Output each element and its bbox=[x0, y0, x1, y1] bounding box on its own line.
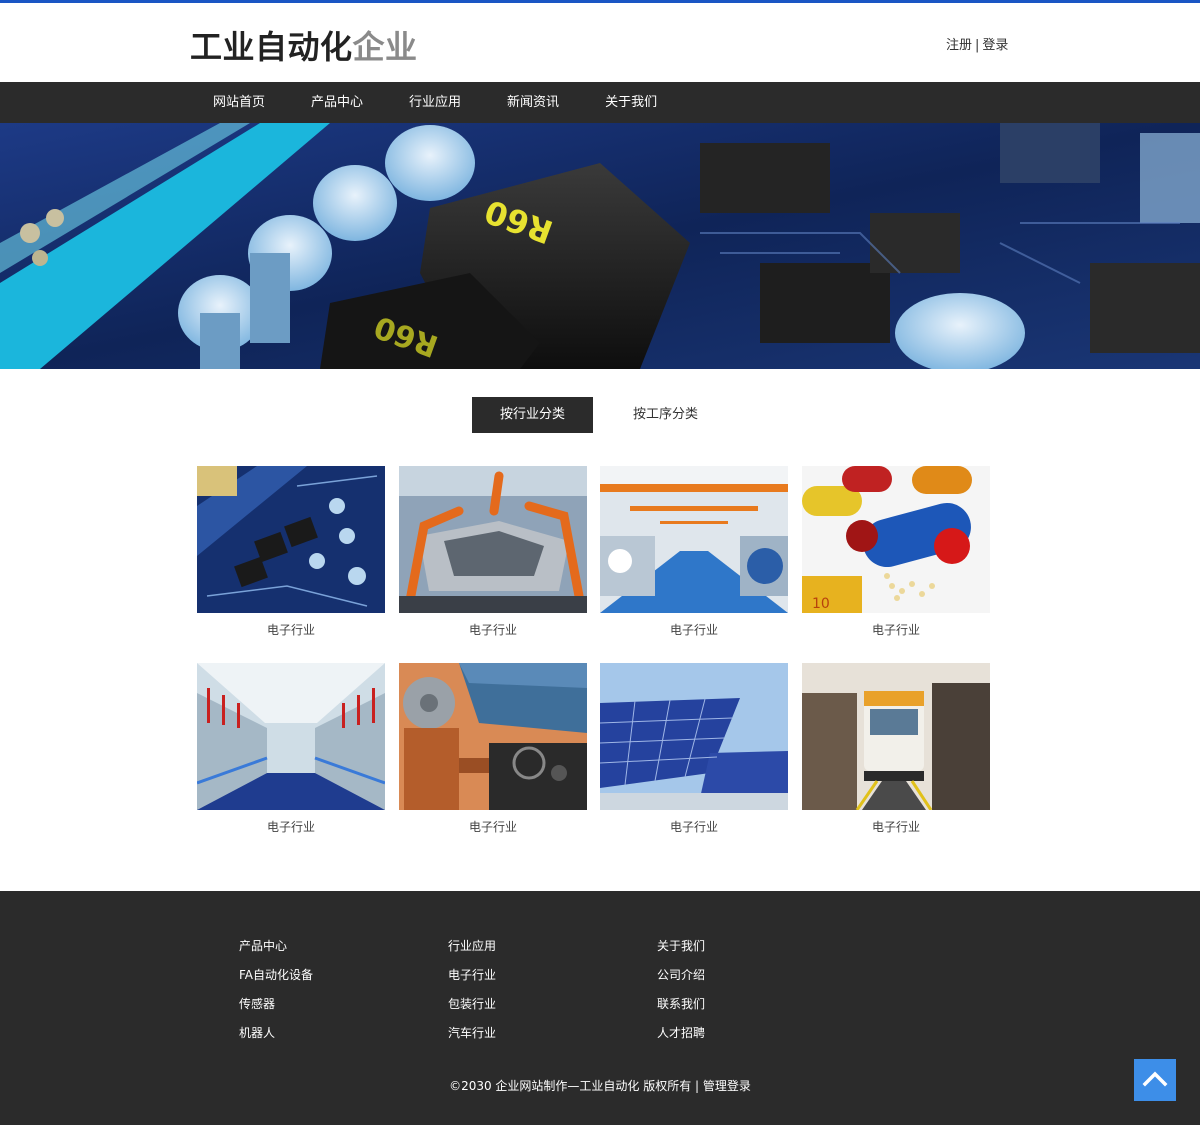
copyright-text: ©2030 企业网站制作—工业自动化 版权所有 bbox=[449, 1079, 692, 1093]
footer-link[interactable]: 包装行业 bbox=[448, 996, 496, 1025]
nav-item-products[interactable]: 产品中心 bbox=[288, 82, 386, 123]
nav-item-about[interactable]: 关于我们 bbox=[582, 82, 680, 123]
card-caption: 电子行业 bbox=[266, 820, 315, 834]
industry-card[interactable]: 电子行业 bbox=[600, 663, 788, 835]
card-caption: 电子行业 bbox=[468, 623, 517, 637]
circuit-board-banner-graphic: R60 R60 bbox=[0, 123, 1200, 369]
nav-item-news[interactable]: 新闻资讯 bbox=[484, 82, 582, 123]
auth-separator: | bbox=[975, 38, 980, 53]
login-link[interactable]: 登录 bbox=[982, 38, 1008, 53]
footer-link[interactable]: 产品中心 bbox=[239, 938, 313, 967]
admin-login-link[interactable]: 管理登录 bbox=[703, 1079, 751, 1093]
nav-item-industry[interactable]: 行业应用 bbox=[386, 82, 484, 123]
textile-machines-thumbnail bbox=[197, 663, 385, 810]
industry-card[interactable]: 10 电子行业 bbox=[802, 466, 990, 638]
footer-link[interactable]: 电子行业 bbox=[448, 967, 496, 996]
logo-text-accent: 企业 bbox=[352, 28, 418, 66]
footer-link[interactable]: 关于我们 bbox=[657, 938, 705, 967]
card-caption: 电子行业 bbox=[669, 623, 718, 637]
card-caption: 电子行业 bbox=[669, 820, 718, 834]
site-logo[interactable]: 工业自动化企业 bbox=[190, 27, 418, 67]
copyright-line: ©2030 企业网站制作—工业自动化 版权所有 | 管理登录 bbox=[0, 1078, 1200, 1094]
industry-card[interactable]: 电子行业 bbox=[399, 663, 587, 835]
robot-driving-thumbnail bbox=[399, 663, 587, 810]
auth-links: 注册 | 登录 bbox=[946, 37, 1008, 55]
footer-link[interactable]: 机器人 bbox=[239, 1025, 313, 1054]
footer-link[interactable]: 公司介绍 bbox=[657, 967, 705, 996]
footer-column-about: 关于我们 公司介绍 联系我们 人才招聘 bbox=[657, 938, 705, 1054]
industry-card[interactable]: 电子行业 bbox=[197, 663, 385, 835]
chevron-up-icon bbox=[1142, 1071, 1168, 1087]
factory-hall-thumbnail bbox=[600, 466, 788, 613]
solar-panels-thumbnail bbox=[600, 663, 788, 810]
copyright-separator: | bbox=[691, 1079, 703, 1093]
footer-link[interactable]: FA自动化设备 bbox=[239, 967, 313, 996]
category-tabs: 按行业分类 按工序分类 bbox=[472, 397, 727, 433]
train-thumbnail bbox=[802, 663, 990, 810]
footer-link[interactable]: 联系我们 bbox=[657, 996, 705, 1025]
capsules-thumbnail: 10 bbox=[802, 466, 990, 613]
card-caption: 电子行业 bbox=[266, 623, 315, 637]
robotic-assembly-thumbnail bbox=[399, 466, 587, 613]
nav-item-home[interactable]: 网站首页 bbox=[190, 82, 288, 123]
back-to-top-button[interactable] bbox=[1134, 1059, 1176, 1101]
footer-link[interactable]: 汽车行业 bbox=[448, 1025, 496, 1054]
footer-column-products: 产品中心 FA自动化设备 传感器 机器人 bbox=[239, 938, 313, 1054]
footer-column-industry: 行业应用 电子行业 包装行业 汽车行业 bbox=[448, 938, 496, 1054]
footer: 产品中心 FA自动化设备 传感器 机器人 行业应用 电子行业 包装行业 汽车行业… bbox=[0, 891, 1200, 1125]
footer-link[interactable]: 人才招聘 bbox=[657, 1025, 705, 1054]
svg-text:10: 10 bbox=[812, 596, 830, 612]
header: 工业自动化企业 注册 | 登录 bbox=[0, 3, 1200, 82]
register-link[interactable]: 注册 bbox=[946, 38, 972, 53]
card-caption: 电子行业 bbox=[871, 820, 920, 834]
footer-link[interactable]: 传感器 bbox=[239, 996, 313, 1025]
card-caption: 电子行业 bbox=[468, 820, 517, 834]
industry-card[interactable]: 电子行业 bbox=[802, 663, 990, 835]
card-caption: 电子行业 bbox=[871, 623, 920, 637]
main-nav: 网站首页 产品中心 行业应用 新闻资讯 关于我们 bbox=[0, 82, 1200, 123]
tab-by-industry[interactable]: 按行业分类 bbox=[472, 397, 593, 433]
logo-text-main: 工业自动化 bbox=[190, 28, 353, 66]
circuit-board-thumbnail bbox=[197, 466, 385, 613]
industry-card[interactable]: 电子行业 bbox=[399, 466, 587, 638]
hero-banner-image: R60 R60 bbox=[0, 123, 1200, 369]
industry-card[interactable]: 电子行业 bbox=[197, 466, 385, 638]
footer-link[interactable]: 行业应用 bbox=[448, 938, 496, 967]
industry-card[interactable]: 电子行业 bbox=[600, 466, 788, 638]
tab-by-process[interactable]: 按工序分类 bbox=[593, 397, 727, 433]
